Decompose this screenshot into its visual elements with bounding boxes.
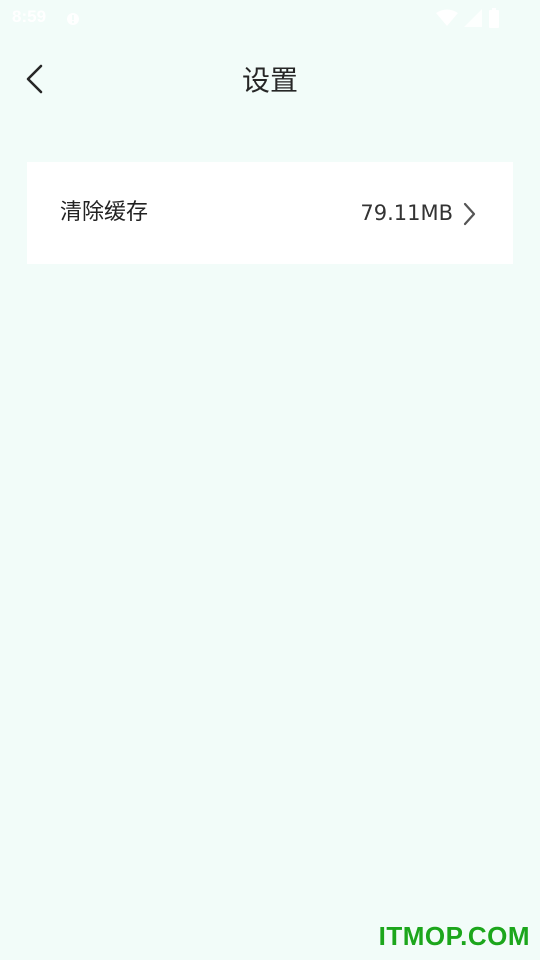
- top-bar: 设置: [0, 46, 540, 116]
- status-time: 8:59: [12, 7, 47, 26]
- watermark: ITMOP.COM: [378, 921, 530, 951]
- status-bar: 8:59: [0, 0, 540, 36]
- clear-cache-row[interactable]: 清除缓存 79.11MB: [27, 162, 513, 264]
- clear-cache-label: 清除缓存: [60, 200, 149, 225]
- signal-icon: [458, 9, 482, 27]
- battery-icon: [482, 8, 500, 28]
- settings-card: 清除缓存 79.11MB: [27, 162, 513, 264]
- page-title: 设置: [241, 64, 298, 97]
- status-icons: [430, 8, 500, 28]
- chevron-right-icon: [461, 202, 477, 226]
- wifi-icon: [430, 9, 458, 27]
- notification-icon: [66, 11, 80, 25]
- cache-size-value: 79.11MB: [360, 201, 453, 225]
